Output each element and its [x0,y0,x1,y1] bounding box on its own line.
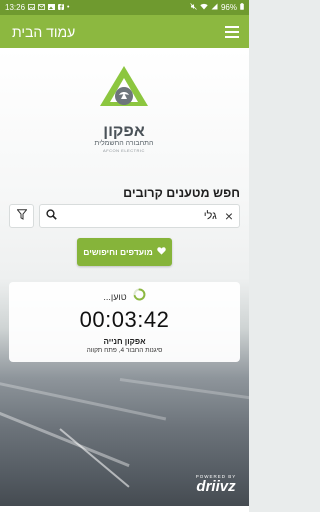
main-content: אפקון התחבורה החשמלית AFCON ELECTRIC חפש… [0,48,249,506]
mute-icon [190,3,197,12]
logo-tagline: AFCON ELECTRIC [103,148,145,153]
loading-spinner-icon [133,288,146,306]
charging-status-text: טוען... [103,292,127,302]
status-right: 96% [190,3,244,12]
search-icon[interactable] [46,207,57,225]
battery-icon [240,3,244,12]
status-bar: 13:26 • 96% [0,0,249,15]
facebook-icon [58,3,65,12]
filter-button[interactable] [9,204,34,228]
filter-icon [15,207,28,225]
app-bar: עמוד הבית [0,15,249,48]
road-light-streak [119,378,249,402]
charging-status: טוען... [9,288,240,306]
clear-icon[interactable]: × [225,208,233,224]
hamburger-menu-icon[interactable] [225,25,239,38]
system-navigation-bar [0,506,249,512]
station-name: אפקון חנייה [103,337,146,346]
logo-text: אפקון התחבורה החשמלית AFCON ELECTRIC [88,123,160,154]
search-heading: חפש מטענים קרובים [123,186,240,200]
image-icon [28,3,35,12]
charging-session-card[interactable]: טוען... 00:03:42 אפקון חנייה סיגנות החבו… [9,282,240,362]
page-title: עמוד הבית [12,23,76,40]
road-lane-marking [59,428,130,488]
road-light-streak [0,378,167,421]
mail-icon [38,3,45,12]
search-value[interactable]: גלי [57,210,217,222]
favorites-label: מועדפים וחיפושים [83,247,153,257]
gallery-icon [48,3,56,12]
wifi-icon [200,3,208,12]
favorites-button[interactable]: מועדפים וחיפושים [77,238,172,266]
logo-name: אפקון [103,123,145,140]
more-dots-icon: • [67,4,70,11]
powered-by: POWERED BY driivz [192,474,240,494]
afcon-logo [98,64,150,122]
signal-icon [211,3,218,12]
status-time: 13:26 [5,3,26,12]
station-address: סיגנות החבור 4, פתח תקווה [86,347,163,354]
heart-icon [157,247,166,257]
charging-timer: 00:03:42 [79,307,170,332]
driivz-logo: driivz [196,478,236,495]
search-input[interactable]: × גלי [39,204,240,228]
battery-percent: 96% [220,3,237,12]
status-left: 13:26 • [5,3,69,12]
logo-subtitle: התחבורה החשמלית [94,140,154,147]
road-light-streak [0,408,130,468]
